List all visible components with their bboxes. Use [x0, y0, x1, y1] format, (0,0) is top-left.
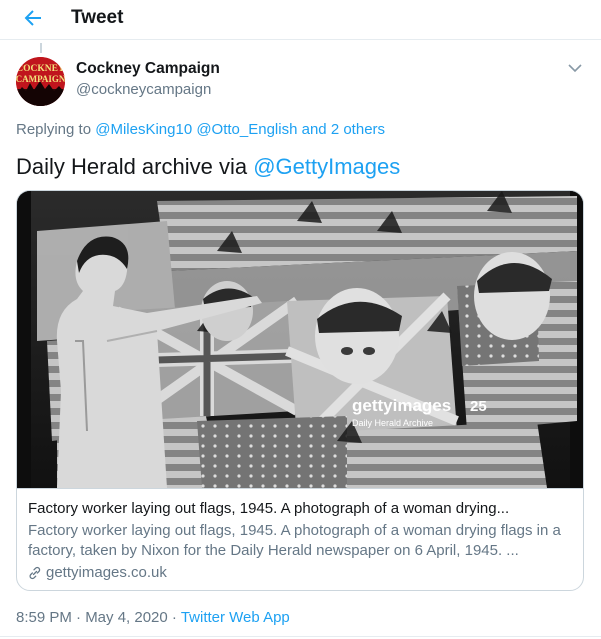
page-title: Tweet: [71, 7, 124, 28]
page-header: Tweet: [0, 0, 601, 40]
tweet-text: Daily Herald archive via @GettyImages: [16, 153, 400, 181]
source-link[interactable]: Twitter Web App: [181, 609, 290, 626]
author-handle[interactable]: @cockneycampaign: [76, 81, 211, 98]
thread-connector: [40, 43, 42, 53]
link-card[interactable]: gettyimages Daily Herald Archive 25 Fact…: [16, 190, 584, 591]
others-link[interactable]: 2 others: [331, 121, 385, 138]
author-name[interactable]: Cockney Campaign: [76, 60, 220, 78]
tweet-text-body: Daily Herald archive via: [16, 154, 254, 179]
avatar-text-top: COCKNEY: [16, 64, 65, 74]
chevron-down-icon[interactable]: [566, 61, 584, 75]
replying-to: Replying to @MilesKing10 @Otto_English a…: [16, 121, 385, 138]
card-body[interactable]: Factory worker laying out flags, 1945. A…: [17, 488, 583, 590]
mention-link[interactable]: @MilesKing10: [95, 121, 192, 138]
tweet-meta: 8:59 PM · May 4, 2020 · Twitter Web App: [16, 609, 290, 626]
card-title[interactable]: Factory worker laying out flags, 1945. A…: [28, 499, 574, 519]
replying-prefix: Replying to: [16, 121, 92, 138]
card-domain[interactable]: gettyimages.co.uk: [28, 563, 574, 583]
arrow-left-icon[interactable]: [21, 6, 45, 30]
watermark-credit: Daily Herald Archive: [352, 418, 433, 428]
timestamp[interactable]: 8:59 PM · May 4, 2020 ·: [16, 609, 181, 626]
mention-link[interactable]: @GettyImages: [253, 154, 400, 179]
watermark-brand: gettyimages: [352, 396, 451, 415]
divider: [0, 636, 601, 637]
card-description: Factory worker laying out flags, 1945. A…: [28, 522, 561, 559]
card-domain-text[interactable]: gettyimages.co.uk: [46, 563, 167, 583]
mention-link[interactable]: @Otto_English: [196, 121, 297, 138]
replying-and[interactable]: and: [302, 121, 327, 138]
card-image[interactable]: gettyimages Daily Herald Archive 25: [17, 191, 583, 488]
avatar[interactable]: COCKNEY CAMPAIGN: [16, 57, 65, 106]
link-icon: [29, 566, 41, 580]
avatar-text-bottom: CAMPAIGN: [16, 74, 65, 84]
watermark-badge: 25: [470, 398, 487, 415]
